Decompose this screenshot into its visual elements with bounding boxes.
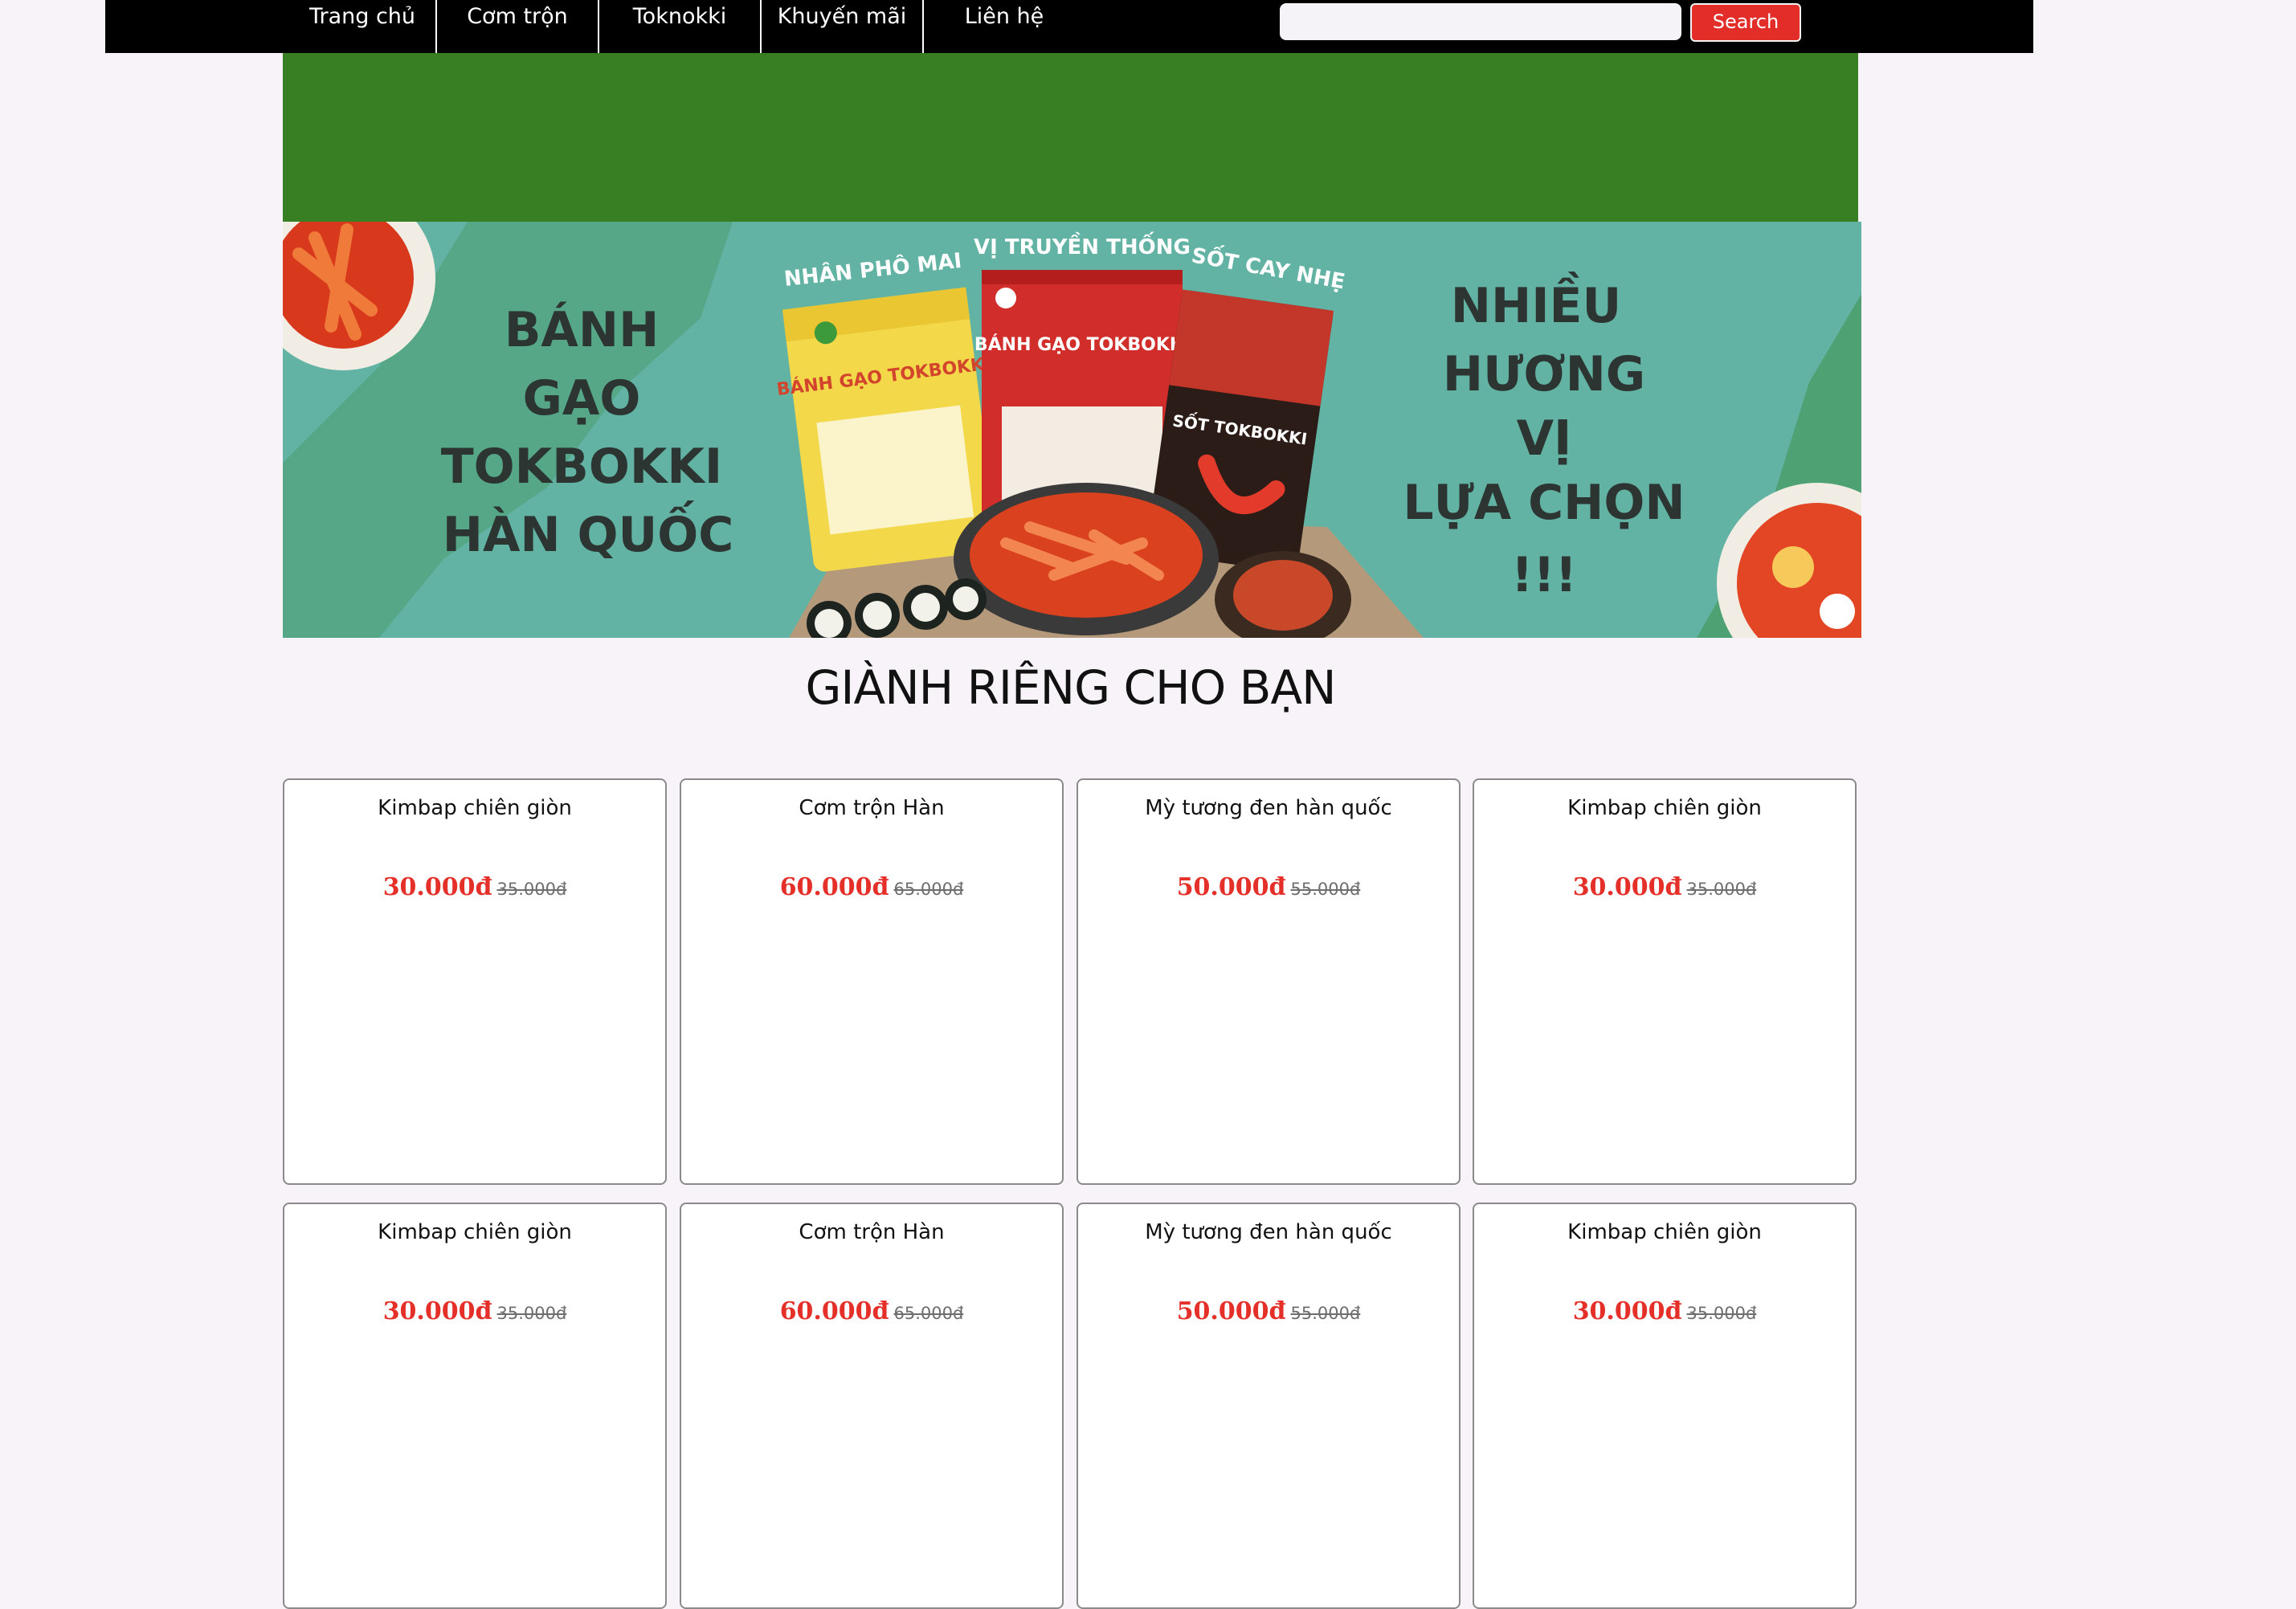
product-name: Cơm trộn Hàn	[799, 796, 945, 820]
sale-price: 60.000đ	[779, 873, 889, 901]
package-tag-traditional: VỊ TRUYỀN THỐNG	[974, 231, 1191, 259]
product-price: 60.000đ 65.000đ	[681, 873, 1062, 901]
product-card[interactable]: Cơm trộn Hàn 60.000đ 65.000đ	[680, 778, 1064, 1185]
banner-tagline-line: HƯƠNG	[1443, 346, 1645, 402]
banner-tagline-line: VỊ	[1517, 410, 1572, 467]
banner-headline-line: TOKBOKKI	[441, 439, 722, 495]
product-price: 50.000đ 55.000đ	[1078, 873, 1459, 901]
product-price: 30.000đ 35.000đ	[284, 1297, 665, 1325]
original-price: 35.000đ	[1686, 880, 1757, 899]
banner-tagline-line: NHIỀU	[1451, 271, 1621, 334]
sale-price: 50.000đ	[1176, 1297, 1286, 1325]
product-name: Kimbap chiên giòn	[378, 796, 572, 820]
sale-price: 30.000đ	[1572, 873, 1682, 901]
product-card[interactable]: Kimbap chiên giòn 30.000đ 35.000đ	[283, 1203, 667, 1609]
product-name: Kimbap chiên giòn	[378, 1220, 572, 1244]
search-input[interactable]	[1280, 3, 1681, 40]
original-price: 35.000đ	[1686, 1304, 1757, 1323]
product-card[interactable]: Cơm trộn Hàn 60.000đ 65.000đ	[680, 1203, 1064, 1609]
product-name: Cơm trộn Hàn	[799, 1220, 945, 1244]
original-price: 65.000đ	[893, 880, 964, 899]
sale-price: 60.000đ	[779, 1297, 889, 1325]
product-card[interactable]: Mỳ tương đen hàn quốc 50.000đ 55.000đ	[1077, 778, 1461, 1185]
banner-headline-line: GẠO	[523, 370, 641, 427]
promo-banner[interactable]: BÁNH GẠO TOKBOKKI HÀN QUỐC NHIỀU HƯƠNG V…	[283, 222, 1861, 638]
product-price: 50.000đ 55.000đ	[1078, 1297, 1459, 1325]
original-price: 65.000đ	[893, 1304, 964, 1323]
product-name: Kimbap chiên giòn	[1567, 1220, 1762, 1244]
banner-artwork: BÁNH GẠO TOKBOKKI HÀN QUỐC NHIỀU HƯƠNG V…	[283, 222, 1861, 638]
nav-item-com-tron[interactable]: Cơm trộn	[437, 0, 598, 53]
product-card[interactable]: Kimbap chiên giòn 30.000đ 35.000đ	[1473, 778, 1857, 1185]
original-price: 35.000đ	[496, 1304, 567, 1323]
sale-price: 30.000đ	[382, 1297, 492, 1325]
product-card[interactable]: Mỳ tương đen hàn quốc 50.000đ 55.000đ	[1077, 1203, 1461, 1609]
product-price: 30.000đ 35.000đ	[284, 873, 665, 901]
hero-green-band	[283, 53, 1858, 222]
top-navigation-bar: Trang chủ Cơm trộn Toknokki Khuyến mãi L…	[105, 0, 2033, 53]
original-price: 35.000đ	[496, 880, 567, 899]
original-price: 55.000đ	[1290, 880, 1361, 899]
banner-headline-line: HÀN QUỐC	[443, 500, 734, 563]
nav-item-toknokki[interactable]: Toknokki	[599, 0, 760, 53]
product-price: 30.000đ 35.000đ	[1474, 1297, 1855, 1325]
package-label: BÁNH GẠO TOKBOKKI	[974, 334, 1190, 355]
banner-headline-line: BÁNH	[505, 301, 660, 358]
product-name: Mỳ tương đen hàn quốc	[1145, 796, 1392, 820]
sale-price: 50.000đ	[1176, 873, 1286, 901]
nav-item-contact[interactable]: Liên hệ	[924, 0, 1085, 53]
product-name: Kimbap chiên giòn	[1567, 796, 1762, 820]
product-price: 60.000đ 65.000đ	[681, 1297, 1062, 1325]
banner-tagline-line: !!!	[1511, 547, 1577, 603]
sale-price: 30.000đ	[382, 873, 492, 901]
sale-price: 30.000đ	[1572, 1297, 1682, 1325]
banner-tagline-line: LỰA CHỌN	[1403, 475, 1685, 531]
product-price: 30.000đ 35.000đ	[1474, 873, 1855, 901]
original-price: 55.000đ	[1290, 1304, 1361, 1323]
product-card[interactable]: Kimbap chiên giòn 30.000đ 35.000đ	[283, 778, 667, 1185]
product-name: Mỳ tương đen hàn quốc	[1145, 1220, 1392, 1244]
nav-item-home[interactable]: Trang chủ	[290, 0, 435, 53]
search-button[interactable]: Search	[1690, 3, 1801, 42]
tokbokki-pan	[954, 483, 1219, 635]
section-title: GIÀNH RIÊNG CHO BẠN	[805, 660, 1336, 715]
nav-item-promotions[interactable]: Khuyến mãi	[762, 0, 922, 53]
product-card[interactable]: Kimbap chiên giòn 30.000đ 35.000đ	[1473, 1203, 1857, 1609]
